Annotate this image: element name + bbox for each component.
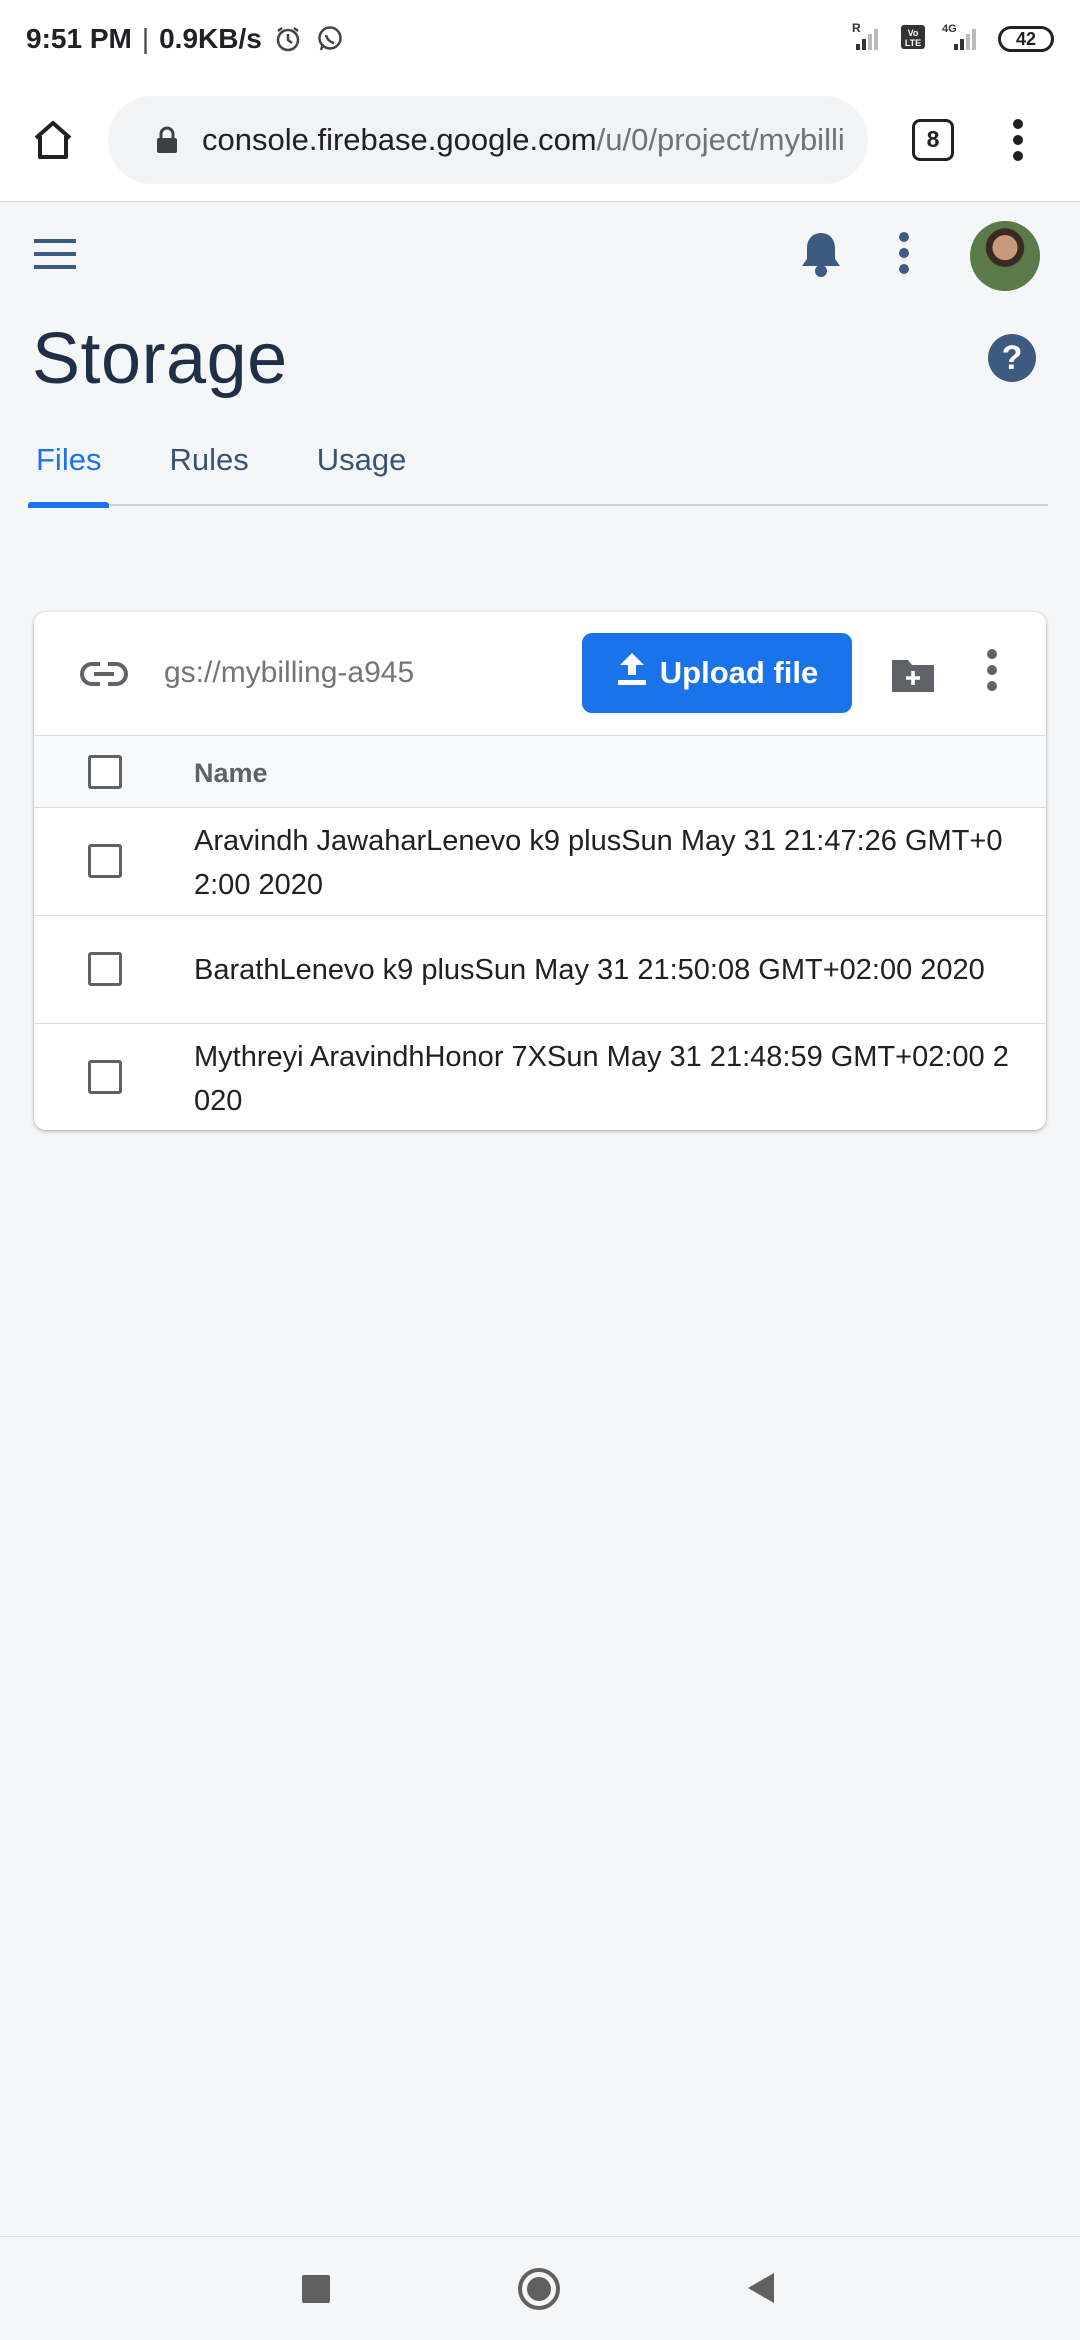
status-bar-right: R Vo LTE 4G 42	[852, 21, 1054, 57]
tab-usage[interactable]: Usage	[313, 430, 411, 506]
storage-files-card: gs://mybilling-a945d.appsp Upload file N…	[34, 612, 1046, 1130]
back-icon[interactable]	[748, 2273, 774, 2303]
home-icon[interactable]	[22, 109, 84, 171]
svg-text:LTE: LTE	[905, 38, 921, 48]
tab-switcher-button[interactable]: 8	[912, 118, 954, 161]
row-checkbox[interactable]	[88, 844, 122, 878]
volte-icon: Vo LTE	[900, 23, 926, 56]
home-button-icon[interactable]	[518, 2268, 560, 2310]
status-bar: 9:51 PM | 0.9KB/s R Vo LTE 4G 42	[0, 0, 1080, 78]
4g-signal-icon: 4G	[940, 22, 984, 57]
battery-icon: 42	[998, 26, 1054, 52]
upload-file-label: Upload file	[659, 655, 819, 690]
card-toolbar: gs://mybilling-a945d.appsp Upload file	[34, 612, 1046, 736]
link-icon[interactable]	[80, 654, 128, 694]
status-bar-left: 9:51 PM | 0.9KB/s	[26, 23, 346, 55]
page-title: Storage	[32, 319, 288, 399]
url-host: console.firebase.google.com	[202, 121, 597, 157]
status-time: 9:51 PM	[26, 23, 132, 54]
tab-files[interactable]: Files	[27, 430, 110, 508]
recent-apps-icon[interactable]	[302, 2275, 330, 2303]
table-header: Name	[34, 736, 1046, 808]
file-name[interactable]: Mythreyi AravindhHonor 7XSun May 31 21:4…	[194, 1035, 1024, 1123]
table-row[interactable]: BarathLenevo k9 plusSun May 31 21:50:08 …	[34, 916, 1046, 1024]
table-row[interactable]: Mythreyi AravindhHonor 7XSun May 31 21:4…	[34, 1024, 1046, 1128]
alarm-icon	[272, 23, 304, 55]
notifications-icon[interactable]	[800, 229, 842, 279]
browser-toolbar: console.firebase.google.com/u/0/project/…	[0, 78, 1080, 202]
upload-file-button[interactable]: Upload file	[582, 633, 852, 713]
svg-text:R: R	[852, 22, 861, 35]
tab-bar: Files Rules Usage	[27, 430, 1048, 508]
file-name[interactable]: Aravindh JawaharLenevo k9 plusSun May 31…	[194, 819, 1024, 907]
column-header-name[interactable]: Name	[194, 758, 268, 789]
table-row[interactable]: Aravindh JawaharLenevo k9 plusSun May 31…	[34, 808, 1046, 916]
system-nav-bar	[0, 2236, 1080, 2340]
browser-menu-icon[interactable]	[1008, 109, 1028, 171]
upload-icon	[616, 651, 648, 695]
svg-text:Vo: Vo	[908, 28, 919, 38]
address-bar[interactable]: console.firebase.google.com/u/0/project/…	[108, 95, 868, 184]
create-folder-icon[interactable]	[890, 656, 936, 694]
row-checkbox[interactable]	[88, 952, 122, 986]
more-options-icon[interactable]	[898, 231, 920, 281]
card-more-options-icon[interactable]	[986, 648, 1006, 700]
lock-icon	[150, 123, 184, 157]
status-net-speed: 0.9KB/s	[159, 23, 262, 54]
signal-icon: R	[852, 21, 886, 57]
status-separator: |	[141, 23, 150, 54]
app-header	[0, 203, 1080, 307]
url-path: /u/0/project/mybilli	[596, 121, 845, 157]
menu-icon[interactable]	[34, 237, 76, 271]
whatsapp-icon	[314, 23, 346, 55]
file-name[interactable]: BarathLenevo k9 plusSun May 31 21:50:08 …	[194, 948, 1024, 992]
svg-text:4G: 4G	[942, 23, 957, 35]
avatar[interactable]	[970, 221, 1040, 291]
bucket-path: gs://mybilling-a945d.appsp	[164, 656, 414, 689]
select-all-checkbox[interactable]	[88, 755, 122, 789]
url-text: console.firebase.google.com/u/0/project/…	[202, 122, 845, 158]
row-checkbox[interactable]	[88, 1060, 122, 1094]
tab-rules[interactable]: Rules	[165, 430, 252, 506]
help-icon[interactable]: ?	[988, 334, 1036, 382]
